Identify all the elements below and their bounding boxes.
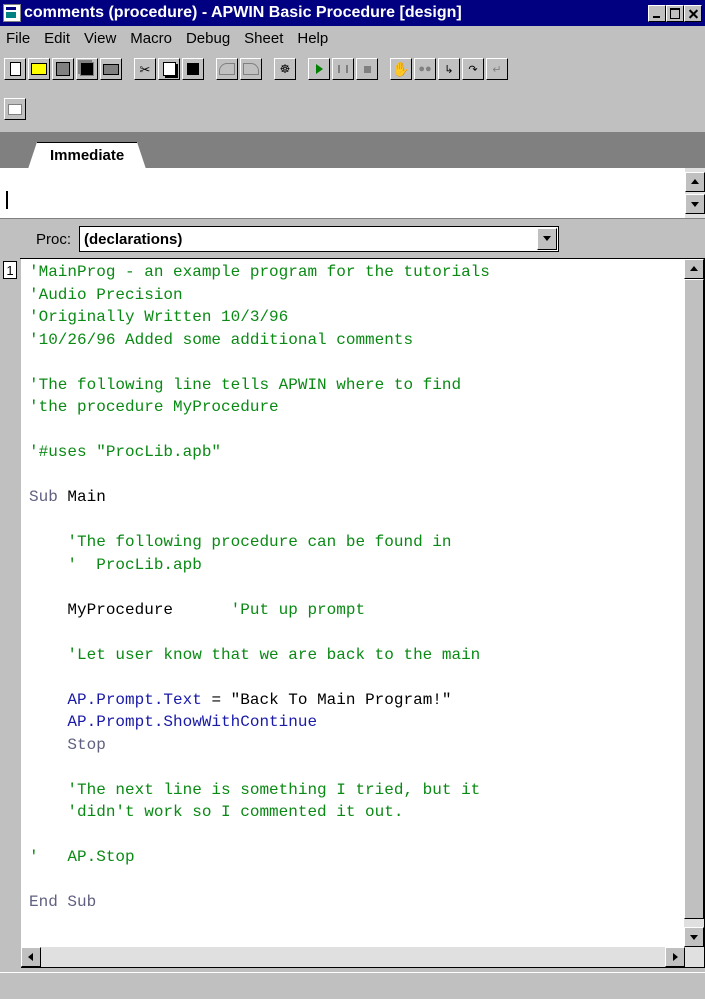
tab-strip: Immediate [0, 132, 705, 169]
scroll-thumb[interactable] [684, 279, 704, 919]
code-line: Sub Main [29, 488, 106, 506]
scroll-down-button[interactable] [684, 927, 704, 947]
pause-icon[interactable] [332, 58, 354, 80]
menu-view[interactable]: View [81, 30, 124, 47]
line-number: 1 [3, 261, 17, 279]
cut-icon[interactable]: ✂ [134, 58, 156, 80]
toolbar: ✂ ☸ ✋ ●● ↳ ↷ ↵ [0, 54, 705, 128]
code-line: '10/26/96 Added some additional comments [29, 330, 414, 349]
code-line: 'The next line is something I tried, but… [67, 780, 481, 799]
save-disk-icon[interactable] [52, 58, 74, 80]
code-line: Stop [67, 735, 106, 754]
code-line: 'The following line tells APWIN where to… [29, 375, 462, 394]
proc-label: Proc: [36, 230, 72, 248]
new-page-icon[interactable] [4, 58, 26, 80]
code-line: 'didn't work so I commented it out. [67, 803, 404, 821]
save-all-icon[interactable] [76, 58, 98, 80]
text-caret [6, 191, 8, 209]
open-folder-icon[interactable] [28, 58, 50, 80]
editor-horizontal-scrollbar[interactable] [21, 947, 685, 967]
apwin-icon[interactable] [3, 4, 21, 22]
menu-debug[interactable]: Debug [183, 30, 238, 47]
scroll-right-button[interactable] [665, 947, 685, 967]
code-line: 'Originally Written 10/3/96 [29, 308, 289, 326]
code-line: 'Audio Precision [29, 285, 183, 304]
menu-macro[interactable]: Macro [127, 30, 180, 47]
title-bar[interactable]: comments (procedure) - APWIN Basic Proce… [0, 0, 705, 26]
close-button[interactable] [684, 4, 702, 22]
step-into-icon[interactable]: ↳ [438, 58, 460, 80]
menu-bar: File Edit View Macro Debug Sheet Help [0, 26, 705, 50]
status-bar [0, 972, 705, 999]
scroll-left-button[interactable] [21, 947, 41, 967]
code-line: 'MainProg - an example program for the t… [29, 263, 490, 281]
quick-watch-icon[interactable]: ●● [414, 58, 436, 80]
menu-help[interactable]: Help [294, 30, 336, 47]
code-line: ' AP.Stop [29, 848, 135, 866]
apwin-window: comments (procedure) - APWIN Basic Proce… [0, 0, 705, 999]
maximize-button[interactable] [666, 4, 684, 22]
code-line: ' ProcLib.apb [67, 555, 202, 574]
scroll-down-button[interactable] [685, 194, 705, 214]
menu-sheet[interactable]: Sheet [241, 30, 291, 47]
tab-immediate[interactable]: Immediate [27, 142, 147, 169]
print-icon[interactable] [100, 58, 122, 80]
immediate-pane[interactable] [0, 168, 705, 219]
code-line: '#uses "ProcLib.apb" [29, 443, 222, 461]
code-line: AP.Prompt.Text = "Back To Main Program!" [67, 690, 452, 709]
dialog-editor-icon[interactable]: ☸ [274, 58, 296, 80]
proc-row: Proc: (declarations) [0, 222, 705, 256]
toggle-breakpoint-icon[interactable]: ✋ [390, 58, 412, 80]
editor-vertical-scrollbar[interactable] [684, 259, 704, 967]
code-line: 'The following procedure can be found in [67, 533, 452, 551]
scroll-up-button[interactable] [684, 259, 704, 279]
copy-icon[interactable] [158, 58, 180, 80]
step-over-icon[interactable]: ↷ [462, 58, 484, 80]
dialog-icon[interactable] [4, 98, 26, 120]
code-line: MyProcedure 'Put up prompt [67, 600, 366, 619]
chevron-down-icon[interactable] [537, 228, 558, 250]
proc-dropdown[interactable]: (declarations) [79, 226, 560, 252]
proc-dropdown-value: (declarations) [84, 230, 183, 248]
code-line: End Sub [29, 893, 97, 911]
editor-gutter: 1 [1, 259, 21, 969]
scroll-up-button[interactable] [685, 172, 705, 192]
code-line: 'Let user know that we are back to the m… [67, 645, 481, 664]
menu-file[interactable]: File [3, 30, 38, 47]
immediate-scrollbar[interactable] [685, 168, 705, 218]
code-line: AP.Prompt.ShowWithContinue [67, 713, 318, 731]
run-icon[interactable] [308, 58, 330, 80]
undo-icon[interactable] [216, 58, 238, 80]
menu-edit[interactable]: Edit [41, 30, 78, 47]
step-out-icon[interactable]: ↵ [486, 58, 508, 80]
paste-icon[interactable] [182, 58, 204, 80]
code-editor[interactable]: 1 'MainProg - an example program for the… [1, 258, 705, 969]
stop-icon[interactable] [356, 58, 378, 80]
minimize-button[interactable] [648, 4, 666, 22]
redo-icon[interactable] [240, 58, 262, 80]
code-line: 'the procedure MyProcedure [29, 398, 279, 416]
code-area[interactable]: 'MainProg - an example program for the t… [29, 261, 669, 914]
window-title: comments (procedure) - APWIN Basic Proce… [24, 4, 462, 21]
